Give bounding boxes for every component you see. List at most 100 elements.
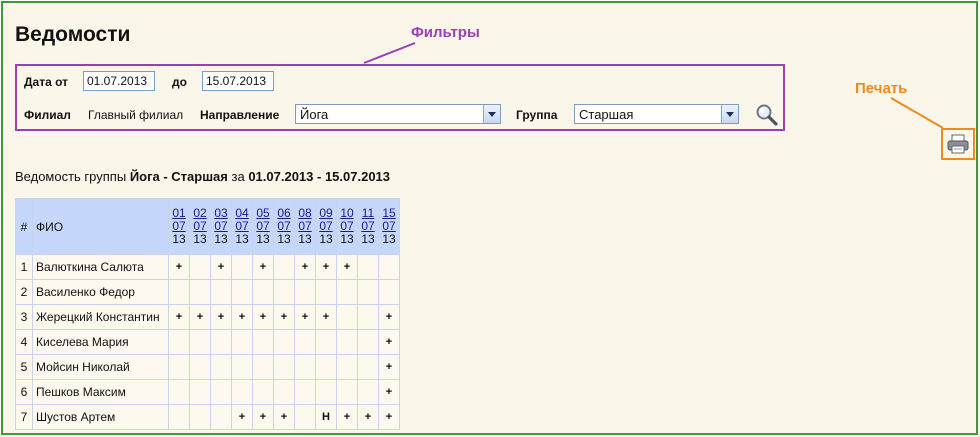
- attendance-cell: [210, 379, 232, 405]
- column-header-date[interactable]: 03 07 13: [210, 198, 232, 255]
- column-header-date[interactable]: 04 07 13: [231, 198, 253, 255]
- date-to-label: до: [172, 75, 187, 89]
- row-number: 3: [15, 304, 33, 330]
- table-body: 1 Валюткина Салюта + + + + + +2 Василенко Федор 3…: [15, 254, 400, 430]
- date-year: 13: [214, 232, 228, 246]
- attendance-cell: +: [336, 404, 358, 430]
- direction-select-value: Йога: [300, 107, 329, 122]
- attendance-cell: +: [210, 304, 232, 330]
- attendance-cell: [231, 279, 253, 305]
- search-button[interactable]: [755, 103, 779, 127]
- attendance-cell: [315, 279, 337, 305]
- attendance-cell: [336, 354, 358, 380]
- attendance-cell: [273, 254, 295, 280]
- student-name: Мойсин Николай: [32, 354, 169, 380]
- attendance-cell: [168, 329, 190, 355]
- date-from-input[interactable]: [83, 71, 155, 91]
- attendance-cell: [168, 379, 190, 405]
- student-name: Валюткина Салюта: [32, 254, 169, 280]
- group-select[interactable]: Старшая: [574, 104, 739, 124]
- attendance-cell: +: [210, 254, 232, 280]
- attendance-cell: [189, 404, 211, 430]
- magnifier-icon: [756, 104, 778, 126]
- attendance-cell: [273, 379, 295, 405]
- table-row: 6 Пешков Максим +: [15, 379, 400, 405]
- attendance-cell: +: [378, 404, 400, 430]
- group-select-value: Старшая: [579, 107, 634, 122]
- attendance-cell: [189, 254, 211, 280]
- row-number: 2: [15, 279, 33, 305]
- attendance-cell: +: [378, 379, 400, 405]
- chevron-down-icon[interactable]: [721, 105, 738, 123]
- report-period: 01.07.2013 - 15.07.2013: [248, 169, 391, 184]
- row-number: 4: [15, 329, 33, 355]
- date-year: 13: [382, 232, 396, 246]
- attendance-table: # ФИО 01 07 13 02 07 13 03 07 13 04 07 13 05 07 13 06 07…: [15, 198, 400, 430]
- student-name: Жерецкий Константин: [32, 304, 169, 330]
- attendance-cell: [357, 254, 379, 280]
- student-name: Василенко Федор: [32, 279, 169, 305]
- column-header-date[interactable]: 15 07 13: [378, 198, 400, 255]
- print-button[interactable]: [941, 128, 975, 160]
- table-row: 2 Василенко Федор: [15, 279, 400, 305]
- column-header-date[interactable]: 01 07 13: [168, 198, 190, 255]
- attendance-cell: [336, 304, 358, 330]
- attendance-cell: +: [273, 404, 295, 430]
- column-header-date[interactable]: 08 07 13: [294, 198, 316, 255]
- report-for: за: [231, 169, 245, 184]
- attendance-cell: +: [273, 304, 295, 330]
- branch-label: Филиал: [24, 108, 71, 122]
- attendance-cell: +: [168, 254, 190, 280]
- attendance-cell: +: [231, 404, 253, 430]
- print-annotation: Печать: [855, 80, 908, 97]
- student-name: Киселева Мария: [32, 329, 169, 355]
- attendance-cell: [210, 279, 232, 305]
- attendance-cell: [294, 279, 316, 305]
- date-from-label: Дата от: [24, 75, 69, 89]
- direction-select[interactable]: Йога: [295, 104, 501, 124]
- table-row: 4 Киселева Мария +: [15, 329, 400, 355]
- attendance-cell: [210, 404, 232, 430]
- attendance-cell: [294, 329, 316, 355]
- report-caption: Ведомость группы Йога - Старшая за 01.07…: [15, 169, 390, 184]
- attendance-cell: [273, 329, 295, 355]
- date-year: 13: [298, 232, 312, 246]
- attendance-cell: [168, 404, 190, 430]
- table-row: 5 Мойсин Николай +: [15, 354, 400, 380]
- column-header-date[interactable]: 06 07 13: [273, 198, 295, 255]
- attendance-cell: [294, 404, 316, 430]
- attendance-cell: [231, 254, 253, 280]
- column-header-date[interactable]: 11 07 13: [357, 198, 379, 255]
- attendance-cell: [357, 279, 379, 305]
- page-title: Ведомости: [15, 23, 131, 46]
- filters-panel: Дата от до Филиал Главный филиал Направл…: [15, 64, 785, 131]
- attendance-cell: [231, 379, 253, 405]
- attendance-cell: [231, 354, 253, 380]
- column-header-date[interactable]: 02 07 13: [189, 198, 211, 255]
- attendance-cell: [357, 329, 379, 355]
- attendance-cell: [189, 279, 211, 305]
- attendance-cell: [168, 279, 190, 305]
- column-header-date[interactable]: 10 07 13: [336, 198, 358, 255]
- column-header-date[interactable]: 09 07 13: [315, 198, 337, 255]
- chevron-down-icon[interactable]: [483, 105, 500, 123]
- attendance-cell: [189, 329, 211, 355]
- row-number: 6: [15, 379, 33, 405]
- attendance-cell: +: [315, 304, 337, 330]
- report-caption-prefix: Ведомость группы: [15, 169, 127, 184]
- column-header-date[interactable]: 05 07 13: [252, 198, 274, 255]
- column-header-num: #: [15, 198, 33, 255]
- print-annotation-pointer: [890, 97, 944, 129]
- date-year: 13: [235, 232, 249, 246]
- attendance-cell: [357, 354, 379, 380]
- attendance-cell: +: [378, 329, 400, 355]
- attendance-cell: [378, 254, 400, 280]
- date-to-input[interactable]: [202, 71, 274, 91]
- attendance-cell: +: [336, 254, 358, 280]
- student-name: Шустов Артем: [32, 404, 169, 430]
- attendance-cell: [357, 379, 379, 405]
- attendance-cell: [357, 304, 379, 330]
- row-number: 5: [15, 354, 33, 380]
- row-number: 7: [15, 404, 33, 430]
- report-group: Йога - Старшая: [129, 169, 228, 184]
